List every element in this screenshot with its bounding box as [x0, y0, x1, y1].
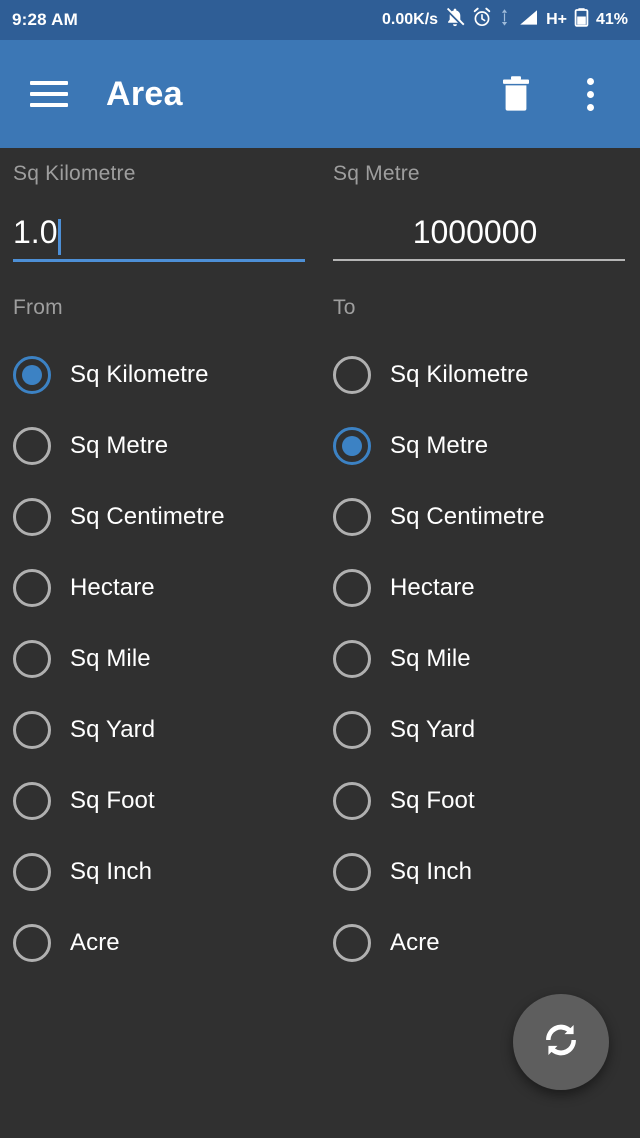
- to-option-label: Sq Foot: [390, 786, 475, 814]
- radio-icon[interactable]: [333, 568, 371, 607]
- to-input-value[interactable]: 1000000: [333, 212, 625, 252]
- swap-icon: [538, 1017, 584, 1068]
- to-option-label: Hectare: [390, 573, 475, 601]
- from-input-value[interactable]: 1.0: [13, 212, 57, 252]
- from-option-hectare[interactable]: Hectare: [13, 552, 320, 623]
- to-option-sq-foot[interactable]: Sq Foot: [333, 765, 640, 836]
- from-option-label: Sq Metre: [70, 431, 169, 459]
- from-option-label: Sq Foot: [70, 786, 155, 814]
- to-option-acre[interactable]: Acre: [333, 907, 640, 978]
- radio-icon[interactable]: [333, 781, 371, 820]
- from-option-sq-foot[interactable]: Sq Foot: [13, 765, 320, 836]
- radio-icon[interactable]: [333, 639, 371, 678]
- to-option-sq-inch[interactable]: Sq Inch: [333, 836, 640, 907]
- from-option-label: Acre: [70, 928, 120, 956]
- from-option-sq-yard[interactable]: Sq Yard: [13, 694, 320, 765]
- radio-icon[interactable]: [13, 923, 51, 962]
- to-option-label: Sq Metre: [390, 431, 489, 459]
- from-option-label: Sq Kilometre: [70, 360, 209, 388]
- to-group: To Sq Kilometre Sq Metre Sq Centimetre H…: [320, 262, 640, 978]
- to-option-sq-kilometre[interactable]: Sq Kilometre: [333, 339, 640, 410]
- from-group: From Sq Kilometre Sq Metre Sq Centimetre: [0, 262, 320, 978]
- radio-icon[interactable]: [13, 568, 51, 607]
- from-option-label: Hectare: [70, 573, 155, 601]
- radio-icon[interactable]: [13, 781, 51, 820]
- to-field-label: Sq Metre: [333, 162, 420, 185]
- radio-icon[interactable]: [333, 355, 371, 394]
- to-input-underline: [333, 259, 625, 261]
- from-option-sq-mile[interactable]: Sq Mile: [13, 623, 320, 694]
- from-field-label: Sq Kilometre: [13, 162, 136, 185]
- status-time: 9:28 AM: [12, 10, 78, 29]
- bell-muted-icon: [445, 7, 465, 33]
- to-option-label: Acre: [390, 928, 440, 956]
- from-option-sq-inch[interactable]: Sq Inch: [13, 836, 320, 907]
- to-option-sq-mile[interactable]: Sq Mile: [333, 623, 640, 694]
- network-speed: 0.00K/s: [382, 11, 439, 28]
- alarm-icon: [472, 7, 492, 33]
- overflow-menu-icon[interactable]: [566, 70, 614, 118]
- app-bar: Area: [0, 40, 640, 148]
- to-group-label: To: [333, 296, 356, 319]
- unit-selectors: From Sq Kilometre Sq Metre Sq Centimetre: [0, 262, 640, 978]
- text-cursor: [58, 219, 62, 255]
- to-option-sq-yard[interactable]: Sq Yard: [333, 694, 640, 765]
- from-option-label: Sq Yard: [70, 715, 156, 743]
- radio-icon[interactable]: [333, 426, 371, 465]
- to-option-label: Sq Yard: [390, 715, 476, 743]
- status-icons: 0.00K/s H+ 41%: [382, 7, 628, 33]
- page-title: Area: [106, 74, 183, 113]
- from-option-acre[interactable]: Acre: [13, 907, 320, 978]
- from-option-sq-kilometre[interactable]: Sq Kilometre: [13, 339, 320, 410]
- from-radio-list: Sq Kilometre Sq Metre Sq Centimetre Hect…: [13, 339, 320, 978]
- radio-icon[interactable]: [333, 923, 371, 962]
- to-option-sq-centimetre[interactable]: Sq Centimetre: [333, 481, 640, 552]
- conversion-fields: Sq Kilometre 1.0 Sq Metre 1000000: [0, 148, 640, 262]
- from-field-column: Sq Kilometre 1.0: [0, 148, 320, 262]
- main-content: Sq Kilometre 1.0 Sq Metre 1000000 From S…: [0, 148, 640, 1138]
- signal-icon: [517, 7, 539, 33]
- to-radio-list: Sq Kilometre Sq Metre Sq Centimetre Hect…: [333, 339, 640, 978]
- from-input-group[interactable]: 1.0: [13, 200, 320, 262]
- radio-icon[interactable]: [13, 355, 51, 394]
- battery-percent: 41%: [595, 11, 628, 28]
- app-bar-actions: [492, 70, 640, 118]
- battery-icon: [574, 7, 589, 33]
- app-screen: 9:28 AM 0.00K/s H+ 41% Area Sq Kilometre…: [0, 0, 640, 1138]
- to-option-label: Sq Kilometre: [390, 360, 529, 388]
- radio-icon[interactable]: [333, 852, 371, 891]
- from-group-label: From: [13, 296, 63, 319]
- to-option-hectare[interactable]: Hectare: [333, 552, 640, 623]
- radio-icon[interactable]: [333, 497, 371, 536]
- radio-icon[interactable]: [13, 426, 51, 465]
- hamburger-menu-icon[interactable]: [22, 67, 76, 121]
- radio-icon[interactable]: [13, 497, 51, 536]
- to-option-label: Sq Centimetre: [390, 502, 545, 530]
- from-option-label: Sq Mile: [70, 644, 151, 672]
- to-option-label: Sq Mile: [390, 644, 471, 672]
- status-bar: 9:28 AM 0.00K/s H+ 41%: [0, 0, 640, 40]
- radio-icon[interactable]: [13, 639, 51, 678]
- radio-icon[interactable]: [13, 710, 51, 749]
- trash-icon[interactable]: [492, 70, 540, 118]
- to-option-label: Sq Inch: [390, 857, 473, 885]
- to-input-group[interactable]: 1000000: [333, 200, 640, 261]
- from-option-label: Sq Inch: [70, 857, 153, 885]
- from-option-sq-centimetre[interactable]: Sq Centimetre: [13, 481, 320, 552]
- swap-units-fab[interactable]: [513, 994, 609, 1090]
- to-field-column: Sq Metre 1000000: [320, 148, 640, 262]
- data-transfer-icon: [499, 7, 510, 33]
- radio-icon[interactable]: [13, 852, 51, 891]
- radio-icon[interactable]: [333, 710, 371, 749]
- from-option-label: Sq Centimetre: [70, 502, 225, 530]
- network-type: H+: [546, 11, 567, 28]
- to-option-sq-metre[interactable]: Sq Metre: [333, 410, 640, 481]
- from-option-sq-metre[interactable]: Sq Metre: [13, 410, 320, 481]
